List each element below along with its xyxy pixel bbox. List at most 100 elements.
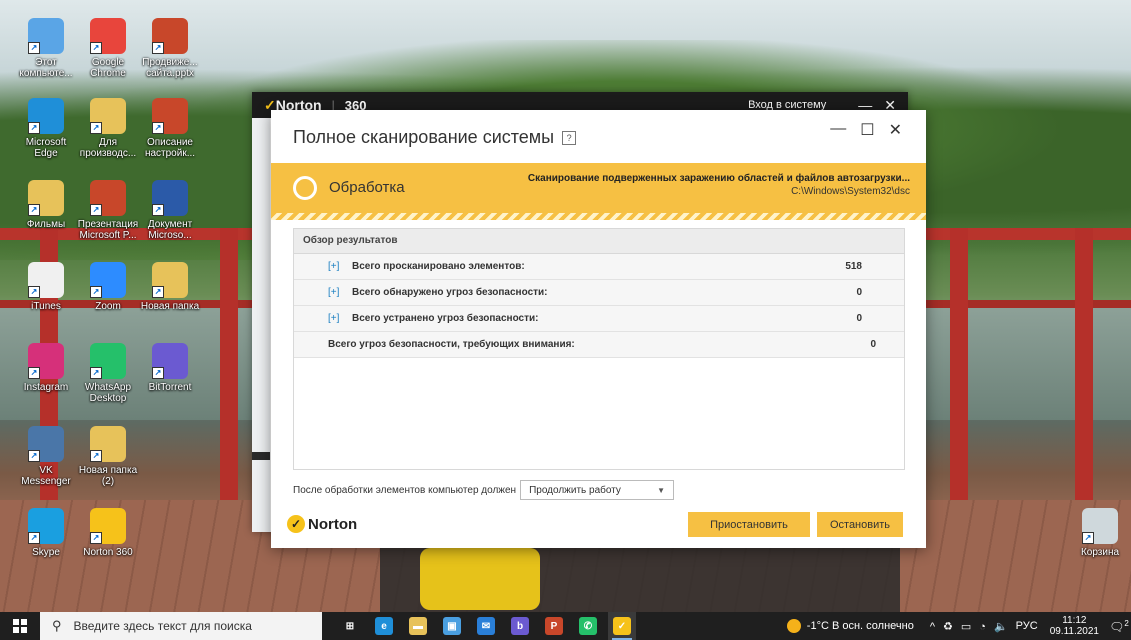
desktop-icon-label: BitTorrent bbox=[148, 382, 192, 393]
language-indicator[interactable]: РУС bbox=[1016, 620, 1038, 632]
desktop-icon[interactable]: ↗ Продвиже... сайта.pptx bbox=[139, 18, 201, 79]
pinned-apps: ⊞ e ▬ ▣ ✉ b P ✆ ✓ bbox=[336, 612, 636, 640]
wifi-icon[interactable]: ◔ bbox=[979, 621, 986, 633]
instagram-icon: ↗ bbox=[28, 343, 64, 379]
task-view-icon[interactable]: ⊞ bbox=[336, 612, 364, 640]
progress-ring-icon bbox=[293, 176, 317, 200]
expand-toggle[interactable]: [+] bbox=[328, 261, 342, 272]
minimize-button[interactable]: — bbox=[830, 120, 846, 140]
desktop-icon[interactable]: ↗ Описание настройк... bbox=[139, 98, 201, 159]
shortcut-arrow-icon: ↗ bbox=[90, 286, 102, 298]
desktop-icon[interactable]: ↗ VK Messenger bbox=[15, 426, 77, 487]
results-row[interactable]: [+] Всего обнаружено угроз безопасности: 0 bbox=[294, 280, 904, 306]
store-icon[interactable]: ▣ bbox=[438, 612, 466, 640]
shortcut-arrow-icon: ↗ bbox=[152, 367, 164, 379]
desktop-icon[interactable]: ↗ Skype bbox=[15, 508, 77, 558]
taskbar: ⚲ Введите здесь текст для поиска ⊞ e ▬ ▣ ✉ b P… bbox=[0, 612, 1131, 640]
desktop-icon[interactable]: ↗ Документ Microso... bbox=[139, 180, 201, 241]
desktop-icon[interactable]: ↗ Новая папка bbox=[139, 262, 201, 312]
taskbar-search[interactable]: ⚲ Введите здесь текст для поиска bbox=[40, 612, 322, 640]
powerpoint-file-icon: ↗ bbox=[90, 180, 126, 216]
full-scan-dialog: Полное сканирование системы? — ☐ ✕ Обраб… bbox=[271, 110, 926, 548]
desktop-icon[interactable]: ↗ BitTorrent bbox=[139, 343, 201, 393]
norton-footer-logo: ✓ Norton bbox=[287, 515, 357, 533]
results-row-label: Всего обнаружено угроз безопасности: bbox=[352, 287, 548, 298]
desktop-icon-label: Skype bbox=[32, 547, 60, 558]
desktop-icon[interactable]: ↗ Microsoft Edge bbox=[15, 98, 77, 159]
folder-icon: ↗ bbox=[152, 262, 188, 298]
shortcut-arrow-icon: ↗ bbox=[28, 286, 40, 298]
norton-icon[interactable]: ✓ bbox=[608, 612, 636, 640]
desktop-icon-label: Для производс... bbox=[79, 137, 137, 159]
explorer-icon[interactable]: ▬ bbox=[404, 612, 432, 640]
volume-icon[interactable]: 🔈 bbox=[994, 621, 1008, 633]
desktop-icon[interactable]: ↗ Для производс... bbox=[77, 98, 139, 159]
help-icon[interactable]: ? bbox=[562, 131, 577, 146]
scan-status-bar: Обработка Сканирование подверженных зара… bbox=[271, 163, 926, 213]
desktop-icon[interactable]: ↗ Презентация Microsoft P... bbox=[77, 180, 139, 241]
close-button[interactable]: ✕ bbox=[889, 120, 902, 140]
start-button[interactable] bbox=[0, 612, 40, 640]
desktop-icon-label: Описание настройк... bbox=[144, 137, 196, 159]
desktop-icon-label: Новая папка bbox=[140, 301, 200, 312]
shortcut-arrow-icon: ↗ bbox=[152, 204, 164, 216]
weather-widget[interactable]: -1°C В осн. солнечно bbox=[786, 619, 914, 633]
bittorrent-icon[interactable]: b bbox=[506, 612, 534, 640]
shortcut-arrow-icon: ↗ bbox=[90, 42, 102, 54]
maximize-button[interactable]: ☐ bbox=[860, 120, 874, 140]
results-row[interactable]: [+] Всего устранено угроз безопасности: 0 bbox=[294, 306, 904, 332]
desktop-icon-label: Norton 360 bbox=[83, 547, 133, 558]
after-action-row: После обработки элементов компьютер долж… bbox=[293, 480, 675, 500]
shortcut-arrow-icon: ↗ bbox=[28, 204, 40, 216]
results-row-value: 0 bbox=[856, 287, 862, 298]
desktop-icon[interactable]: ↗ Instagram bbox=[15, 343, 77, 393]
results-panel: Обзор результатов [+] Всего просканирован… bbox=[293, 228, 905, 470]
shortcut-arrow-icon: ↗ bbox=[152, 42, 164, 54]
itunes-icon: ↗ bbox=[28, 262, 64, 298]
desktop-icon[interactable]: ↗ Этот компьюте... bbox=[15, 18, 77, 79]
desktop-icon[interactable]: ↗ iTunes bbox=[15, 262, 77, 312]
after-action-select[interactable]: Продолжить работу ▼ bbox=[520, 480, 675, 500]
folder-icon: ↗ bbox=[28, 180, 64, 216]
battery-icon[interactable]: ▭ bbox=[961, 621, 971, 633]
desktop-icon-label: WhatsApp Desktop bbox=[84, 382, 132, 404]
results-header: Обзор результатов bbox=[294, 229, 904, 254]
desktop-icon[interactable]: ↗ Zoom bbox=[77, 262, 139, 312]
results-row[interactable]: [+] Всего просканировано элементов: 518 bbox=[294, 254, 904, 280]
edge-icon[interactable]: e bbox=[370, 612, 398, 640]
scan-path: C:\Windows\System32\dsc bbox=[791, 186, 910, 197]
whatsapp-icon[interactable]: ✆ bbox=[574, 612, 602, 640]
shortcut-arrow-icon: ↗ bbox=[152, 286, 164, 298]
bittorrent-icon: ↗ bbox=[152, 343, 188, 379]
desktop-icon-label: Презентация Microsoft P... bbox=[77, 219, 139, 241]
expand-toggle[interactable]: [+] bbox=[328, 313, 342, 324]
desktop-icon[interactable]: ↗ Корзина bbox=[1069, 508, 1131, 558]
clock[interactable]: 11:12 09.11.2021 bbox=[1050, 615, 1099, 637]
powerpoint-icon[interactable]: P bbox=[540, 612, 568, 640]
desktop-icon[interactable]: ↗ Новая папка (2) bbox=[77, 426, 139, 487]
stop-button[interactable]: Остановить bbox=[817, 512, 903, 537]
desktop-icon-label: Корзина bbox=[1080, 547, 1120, 558]
desktop-icon-label: Zoom bbox=[95, 301, 121, 312]
expand-toggle[interactable]: [+] bbox=[328, 287, 342, 298]
show-hidden-icons-icon[interactable]: ^ bbox=[930, 621, 935, 633]
norton-tray-icon[interactable]: ♻ bbox=[943, 621, 953, 633]
skype-icon: ↗ bbox=[28, 508, 64, 544]
notification-icon[interactable]: 🗨2 bbox=[1107, 619, 1131, 634]
dropdown-arrow-icon: ▼ bbox=[657, 485, 666, 495]
desktop-icon-label: iTunes bbox=[31, 301, 61, 312]
whatsapp-icon: ↗ bbox=[90, 343, 126, 379]
shortcut-arrow-icon: ↗ bbox=[90, 122, 102, 134]
shortcut-arrow-icon: ↗ bbox=[28, 42, 40, 54]
shortcut-arrow-icon: ↗ bbox=[90, 367, 102, 379]
scan-task: Сканирование подверженных заражению обла… bbox=[527, 173, 910, 184]
desktop-icon[interactable]: ↗ WhatsApp Desktop bbox=[77, 343, 139, 404]
pause-button[interactable]: Приостановить bbox=[688, 512, 810, 537]
desktop-icon[interactable]: ↗ Google Chrome bbox=[77, 18, 139, 79]
results-row: Всего угроз безопасности, требующих вним… bbox=[294, 332, 904, 358]
desktop-icon[interactable]: ↗ Norton 360 bbox=[77, 508, 139, 558]
edge-icon: ↗ bbox=[28, 98, 64, 134]
folder-icon: ↗ bbox=[90, 98, 126, 134]
mail-icon[interactable]: ✉ bbox=[472, 612, 500, 640]
desktop-icon[interactable]: ↗ Фильмы bbox=[15, 180, 77, 230]
